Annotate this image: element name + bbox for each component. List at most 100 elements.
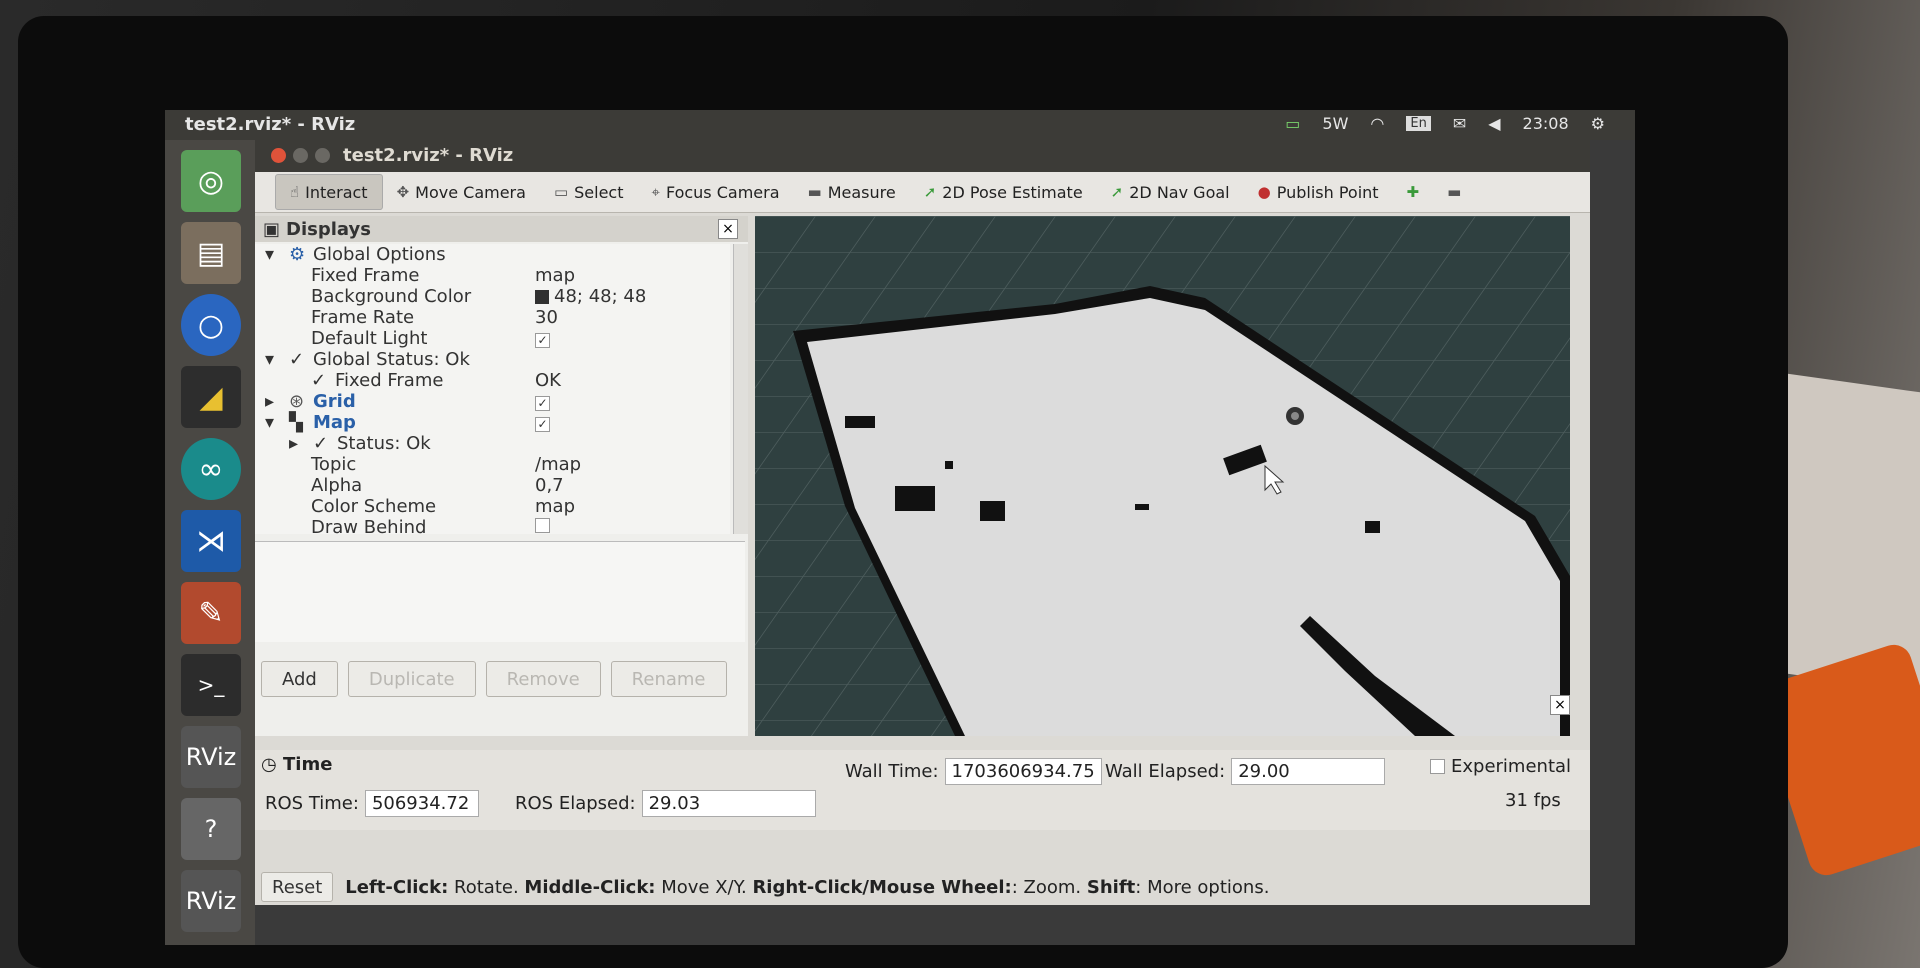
tree-label: Global Status: Ok [313, 349, 470, 370]
maximize-window-button[interactable] [315, 148, 330, 163]
expand-arrow-icon[interactable]: ▾ [265, 244, 274, 265]
tree-row-background-color[interactable]: Background Color 48; 48; 48 [255, 286, 730, 307]
reset-button[interactable]: Reset [261, 872, 334, 902]
tree-value[interactable]: 48; 48; 48 [535, 286, 646, 307]
gear-icon[interactable]: ⚙ [1591, 114, 1605, 133]
experimental-checkbox[interactable] [1430, 759, 1445, 774]
check-icon: ✓ [311, 370, 327, 391]
volume-icon[interactable]: ◀ [1488, 114, 1500, 133]
battery-icon[interactable]: ▭ [1285, 114, 1300, 133]
tree-value[interactable]: ✓ [535, 391, 550, 412]
expand-arrow-icon[interactable]: ▾ [265, 349, 274, 370]
mail-icon[interactable]: ✉ [1453, 114, 1466, 133]
tree-value[interactable]: ✓ [535, 412, 550, 433]
files-icon[interactable]: ▤ [181, 222, 241, 284]
status-bar: Reset Left-Click: Rotate. Middle-Click: … [255, 869, 1590, 905]
chromium-icon[interactable]: ○ [181, 294, 241, 356]
tool-publish-point[interactable]: ● Publish Point [1244, 175, 1393, 209]
battery-label: 5W [1322, 114, 1349, 133]
tree-row-default-light[interactable]: Default Light ✓ [255, 328, 730, 349]
duplicate-button[interactable]: Duplicate [347, 661, 476, 697]
tool-label: Select [574, 182, 624, 202]
close-icon[interactable]: × [1550, 695, 1570, 715]
tool-select[interactable]: ▭ Select [540, 175, 638, 209]
text-editor-icon[interactable]: ✎ [181, 582, 241, 644]
tree-row-global-status[interactable]: ▾ ✓ Global Status: Ok [255, 349, 730, 370]
wall-time-value[interactable]: 1703606934.75 [944, 758, 1102, 785]
tree-key: Draw Behind [311, 517, 427, 534]
tree-value[interactable] [535, 517, 550, 534]
tree-row-grid[interactable]: ▸ ⊛ Grid ✓ [255, 391, 730, 412]
tree-row-map[interactable]: ▾ ▚ Map ✓ [255, 412, 730, 433]
collapsed-arrow-icon[interactable]: ▸ [265, 391, 274, 412]
default-light-checkbox[interactable]: ✓ [535, 333, 550, 348]
top-panel: test2.rviz* - RViz ▭ 5W ◠ En ✉ ◀ 23:08 ⚙ [165, 110, 1635, 140]
close-window-button[interactable] [271, 148, 286, 163]
robot-marker [1291, 412, 1299, 420]
add-button[interactable]: Add [261, 661, 338, 697]
right-click-key: Right-Click/Mouse Wheel: [752, 876, 1012, 898]
tree-key: Fixed Frame [311, 265, 420, 286]
gear-icon: ⚙ [289, 244, 306, 265]
keyboard-layout[interactable]: En [1406, 116, 1431, 131]
tree-value[interactable]: 0,7 [535, 475, 564, 496]
map-obstacle [1135, 504, 1149, 510]
arduino-icon[interactable]: ∞ [181, 438, 241, 500]
displays-scrollbar[interactable] [733, 244, 748, 534]
time-panel: ◷ Time ROS Time: 506934.72 ROS Elapsed: … [255, 750, 1590, 830]
tool-2d-nav-goal[interactable]: ➚ 2D Nav Goal [1097, 175, 1244, 209]
screen: test2.rviz* - RViz ▭ 5W ◠ En ✉ ◀ 23:08 ⚙… [165, 110, 1635, 945]
clock-icon: ◷ [261, 754, 277, 775]
experimental-option[interactable]: Experimental [1430, 756, 1571, 777]
tree-label: Status: Ok [337, 433, 431, 454]
draw-behind-checkbox[interactable] [535, 518, 550, 533]
tree-value[interactable]: map [535, 496, 575, 517]
tree-row-frame-rate[interactable]: Frame Rate 30 [255, 307, 730, 328]
tool-focus-camera[interactable]: ⌖ Focus Camera [637, 175, 793, 209]
wifi-icon[interactable]: ◠ [1370, 114, 1384, 133]
tree-row-map-status[interactable]: ▸ ✓ Status: Ok [255, 433, 730, 454]
map-checkbox[interactable]: ✓ [535, 417, 550, 432]
ubuntu-dash-icon[interactable]: ◎ [181, 150, 241, 212]
tree-key: Frame Rate [311, 307, 415, 328]
rename-button[interactable]: Rename [610, 661, 727, 697]
tree-label: Grid [313, 391, 356, 412]
tool-label: 2D Nav Goal [1129, 182, 1230, 202]
tree-row-topic[interactable]: Topic /map [255, 454, 730, 475]
tool-2d-pose-estimate[interactable]: ➚ 2D Pose Estimate [910, 175, 1097, 209]
minimize-window-button[interactable] [293, 148, 308, 163]
tree-row-fixed-frame-status[interactable]: ✓ Fixed Frame OK [255, 370, 730, 391]
tool-measure[interactable]: ▬ Measure [794, 175, 910, 209]
left-click-key: Left-Click: [345, 876, 449, 898]
tool-interact[interactable]: ☝ Interact [275, 174, 383, 210]
3d-render-view[interactable] [755, 216, 1570, 736]
tree-value[interactable]: /map [535, 454, 581, 475]
ros-time-value[interactable]: 506934.72 [364, 790, 479, 817]
help-icon[interactable]: ? [181, 798, 241, 860]
tree-value[interactable]: 30 [535, 307, 558, 328]
expand-arrow-icon[interactable]: ▾ [265, 412, 274, 433]
ros-elapsed-value[interactable]: 29.03 [641, 790, 816, 817]
grid-checkbox[interactable]: ✓ [535, 396, 550, 411]
wall-elapsed-value[interactable]: 29.00 [1231, 758, 1386, 785]
remove-tool-button[interactable]: ▬ [1433, 175, 1475, 209]
tree-value[interactable]: ✓ [535, 328, 550, 349]
collapsed-arrow-icon[interactable]: ▸ [289, 433, 298, 454]
wall-time-label: Wall Time: [845, 761, 939, 782]
tool-move-camera[interactable]: ✥ Move Camera [383, 175, 540, 209]
tree-row-fixed-frame[interactable]: Fixed Frame map [255, 265, 730, 286]
remove-button[interactable]: Remove [485, 661, 601, 697]
tree-row-color-scheme[interactable]: Color Scheme map [255, 496, 730, 517]
vscode-icon[interactable]: ⋊ [181, 510, 241, 572]
rviz-icon[interactable]: RViz [181, 870, 241, 932]
add-tool-button[interactable]: ✚ [1393, 175, 1434, 209]
clock[interactable]: 23:08 [1523, 114, 1569, 133]
tree-row-alpha[interactable]: Alpha 0,7 [255, 475, 730, 496]
tree-row-draw-behind[interactable]: Draw Behind [255, 517, 730, 534]
tree-row-global-options[interactable]: ▾ ⚙ Global Options [255, 244, 730, 265]
tree-value[interactable]: map [535, 265, 575, 286]
geometry-tool-icon[interactable]: ◢ [181, 366, 241, 428]
terminal-icon[interactable]: >_ [181, 654, 241, 716]
rviz-icon[interactable]: RViz [181, 726, 241, 788]
close-icon[interactable]: × [718, 219, 738, 239]
